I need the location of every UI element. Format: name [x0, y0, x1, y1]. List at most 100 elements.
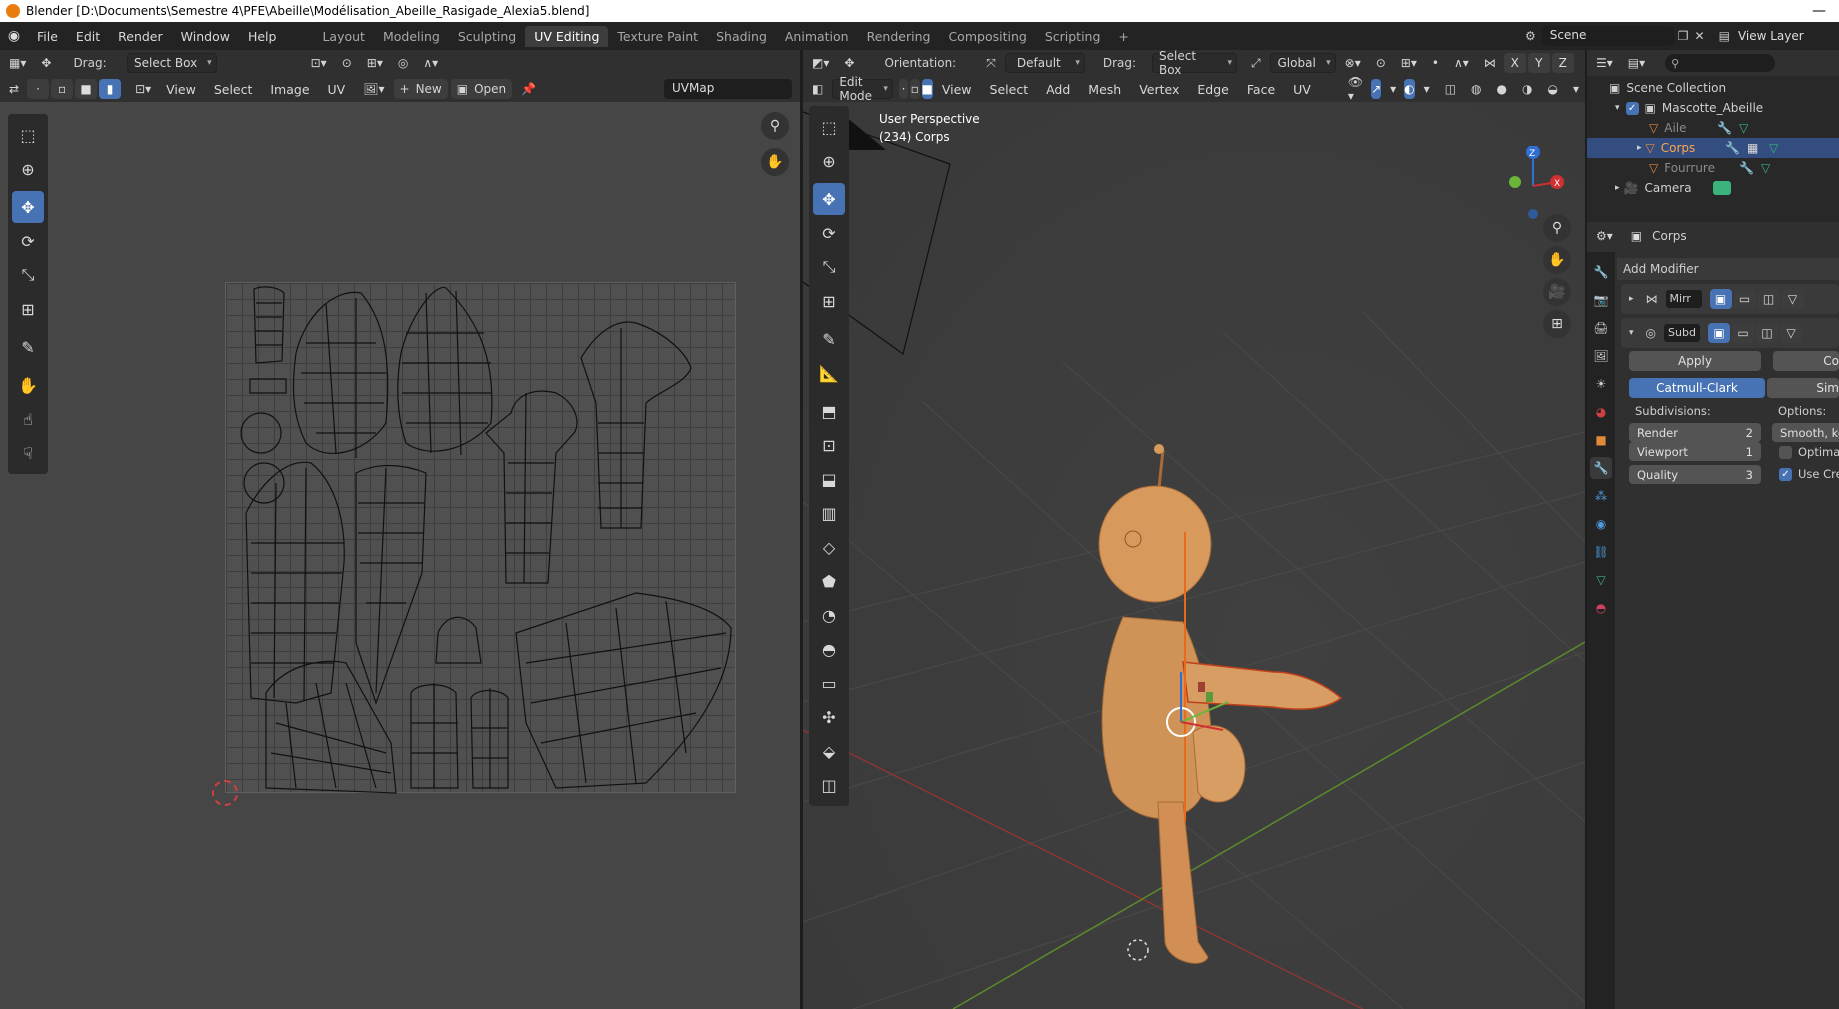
camera-view-icon[interactable]: 🎥 — [1543, 278, 1571, 306]
tab-shading[interactable]: Shading — [707, 26, 776, 47]
shading-dropdown-icon[interactable]: ▾ — [1567, 79, 1585, 99]
move-tool-icon[interactable]: ✥ — [12, 191, 44, 223]
orientation-dropdown[interactable]: Default — [1004, 53, 1085, 73]
measure-icon[interactable]: 📐 — [813, 357, 845, 389]
extrude-icon[interactable]: ⬒ — [813, 395, 845, 427]
move-tool-icon[interactable]: ✥ — [35, 53, 57, 73]
3d-editor-type-icon[interactable]: ◩▾ — [806, 53, 835, 73]
loop-cut-icon[interactable]: ▥ — [813, 497, 845, 529]
use-creases-checkbox-box[interactable]: ✓ — [1779, 467, 1792, 481]
camera-data-icon[interactable] — [1713, 181, 1731, 195]
3d-menu-view[interactable]: View — [933, 82, 981, 97]
grab-tool-icon[interactable]: ✋ — [12, 369, 44, 401]
mesh-data-icon[interactable]: ▽ — [1761, 161, 1770, 175]
output-tab-icon[interactable]: 🖨 — [1590, 317, 1612, 339]
tab-animation[interactable]: Animation — [776, 26, 858, 47]
collection-checkbox[interactable]: ✓ — [1625, 101, 1639, 115]
shrink-fatten-icon[interactable]: ✣ — [813, 701, 845, 733]
view-layer-icon[interactable]: ▤ — [1719, 29, 1730, 43]
3d-viewport-canvas[interactable]: User Perspective (234) Corps ⬚ ⊕ ✥ ⟳ ⤡ ⊞… — [803, 102, 1585, 1009]
view-layer-tab-icon[interactable]: 🖼 — [1590, 345, 1612, 367]
add-workspace-button[interactable]: + — [1109, 26, 1137, 47]
annotate-tool-icon[interactable]: ✎ — [12, 331, 44, 363]
data-tab-icon[interactable]: ▽ — [1590, 569, 1612, 591]
3d-menu-edge[interactable]: Edge — [1188, 82, 1237, 97]
uv-menu-image[interactable]: Image — [261, 82, 318, 97]
view-layer-selector[interactable]: View Layer — [1738, 29, 1804, 43]
menu-window[interactable]: Window — [172, 29, 239, 44]
rendered-shading-icon[interactable]: ◒ — [1541, 79, 1563, 99]
smooth-icon[interactable]: ◓ — [813, 633, 845, 665]
tab-texture-paint[interactable]: Texture Paint — [608, 26, 707, 47]
viewport-toggle-icon[interactable]: ▭ — [1732, 323, 1755, 343]
uv-sync-icon[interactable]: ⇄ — [3, 79, 25, 99]
mirror-z-button[interactable]: Z — [1551, 53, 1574, 73]
rip-icon[interactable]: ◫ — [813, 769, 845, 801]
outliner-item-camera[interactable]: ▸ 🎥 Camera — [1587, 178, 1839, 198]
face-select-icon[interactable]: ■ — [75, 79, 98, 99]
drag-select-dropdown[interactable]: Select Box — [126, 53, 217, 73]
cursor-tool-icon[interactable]: ⊕ — [12, 153, 44, 185]
editor-type-icon[interactable]: ▦▾ — [3, 53, 32, 73]
outliner-item-fourrure[interactable]: ▽ Fourrure 🔧 ▽ — [1587, 158, 1839, 178]
pivot-icon[interactable]: ⊡▾ — [305, 53, 333, 73]
gizmo-toggle-icon[interactable]: ↗ — [1371, 79, 1382, 99]
vertex-select-icon[interactable]: · — [27, 79, 50, 99]
uv-image-area[interactable] — [225, 282, 736, 794]
mirror-x-button[interactable]: X — [1503, 53, 1526, 73]
3d-snap-icon[interactable]: ⊙ — [1370, 53, 1392, 73]
shear-icon[interactable]: ⬙ — [813, 735, 845, 767]
render-toggle-icon[interactable]: ◫ — [1757, 289, 1780, 309]
image-browse-icon[interactable]: 🖼▾ — [357, 79, 390, 99]
optimal-display-checkbox[interactable]: Optimal — [1779, 445, 1839, 459]
add-modifier-button[interactable]: Add Modifier — [1617, 258, 1839, 280]
viewport-toggle-icon[interactable]: ▭ — [1733, 289, 1756, 309]
uv-menu-view[interactable]: View — [157, 82, 205, 97]
apply-button[interactable]: Apply — [1629, 351, 1761, 371]
scene-icon[interactable]: ⚙ — [1525, 29, 1536, 43]
snap-target-icon[interactable]: ⊞▾ — [361, 53, 389, 73]
open-image-button[interactable]: ▣ Open — [450, 79, 513, 99]
scene-tab-icon[interactable]: ☀ — [1590, 373, 1612, 395]
modifier-wrench-icon[interactable]: 🔧 — [1717, 121, 1732, 135]
3d-rotate-icon[interactable]: ⟳ — [813, 217, 845, 249]
3d-menu-add[interactable]: Add — [1037, 82, 1079, 97]
3d-snap-target-icon[interactable]: ⊞▾ — [1395, 53, 1423, 73]
3d-move-icon[interactable]: ✥ — [813, 183, 845, 215]
island-select-icon[interactable]: ▮ — [99, 79, 122, 99]
expand-arrow-icon[interactable]: ▾ — [1615, 103, 1620, 113]
3d-annotate-icon[interactable]: ✎ — [813, 323, 845, 355]
catmull-clark-button[interactable]: Catmull-Clark — [1629, 378, 1765, 398]
3d-drag-select-dropdown[interactable]: Select Box — [1152, 49, 1238, 77]
render-tab-icon[interactable]: 📷 — [1590, 289, 1612, 311]
proportional-icon[interactable]: ◎ — [392, 53, 414, 73]
new-image-button[interactable]: + New — [393, 79, 448, 99]
knife-icon[interactable]: ◇ — [813, 531, 845, 563]
display-mode-icon[interactable]: ▤▾ — [1622, 53, 1651, 73]
3d-pan-icon[interactable]: ✋ — [1543, 246, 1571, 274]
mirror-axis-icon[interactable]: ⋈ — [1478, 53, 1502, 73]
new-scene-icon[interactable]: ❐ — [1678, 29, 1689, 43]
modifier-wrench-icon[interactable]: 🔧 — [1739, 161, 1754, 175]
copy-button[interactable]: Co — [1773, 351, 1839, 371]
2d-cursor-icon[interactable] — [212, 780, 238, 806]
relax-tool-icon[interactable]: ☝ — [12, 403, 44, 435]
transform-space-dropdown[interactable]: Global — [1269, 53, 1336, 73]
mesh-data-icon[interactable]: ▽ — [1739, 121, 1748, 135]
pinch-tool-icon[interactable]: ☟ — [12, 437, 44, 469]
tool-tab-icon[interactable]: 🔧 — [1590, 261, 1612, 283]
uv-viewport[interactable]: ⬚ ⊕ ✥ ⟳ ⤡ ⊞ ✎ ✋ ☝ ☟ ⚲ ✋ — [0, 108, 800, 1009]
3d-vertex-select-icon[interactable]: · — [898, 79, 909, 99]
3d-menu-face[interactable]: Face — [1238, 82, 1284, 97]
use-creases-checkbox[interactable]: ✓ Use Crea — [1779, 467, 1839, 481]
3d-face-select-icon[interactable]: ■ — [921, 79, 933, 99]
3d-scale-icon[interactable]: ⤡ — [813, 251, 845, 283]
menu-file[interactable]: File — [28, 29, 67, 44]
scale-tool-icon[interactable]: ⤡ — [12, 259, 44, 291]
ortho-toggle-icon[interactable]: ⊞ — [1543, 310, 1571, 338]
scene-selector[interactable]: Scene — [1541, 26, 1674, 46]
3d-move-tool-icon[interactable]: ✥ — [838, 53, 860, 73]
modifier-mirror-row[interactable]: ▸ ⋈ Mirr ▣ ▭ ◫ ▽ — [1621, 284, 1839, 314]
quality-field[interactable]: Quality 3 — [1629, 465, 1761, 484]
select-box-tool-icon[interactable]: ⬚ — [12, 119, 44, 151]
